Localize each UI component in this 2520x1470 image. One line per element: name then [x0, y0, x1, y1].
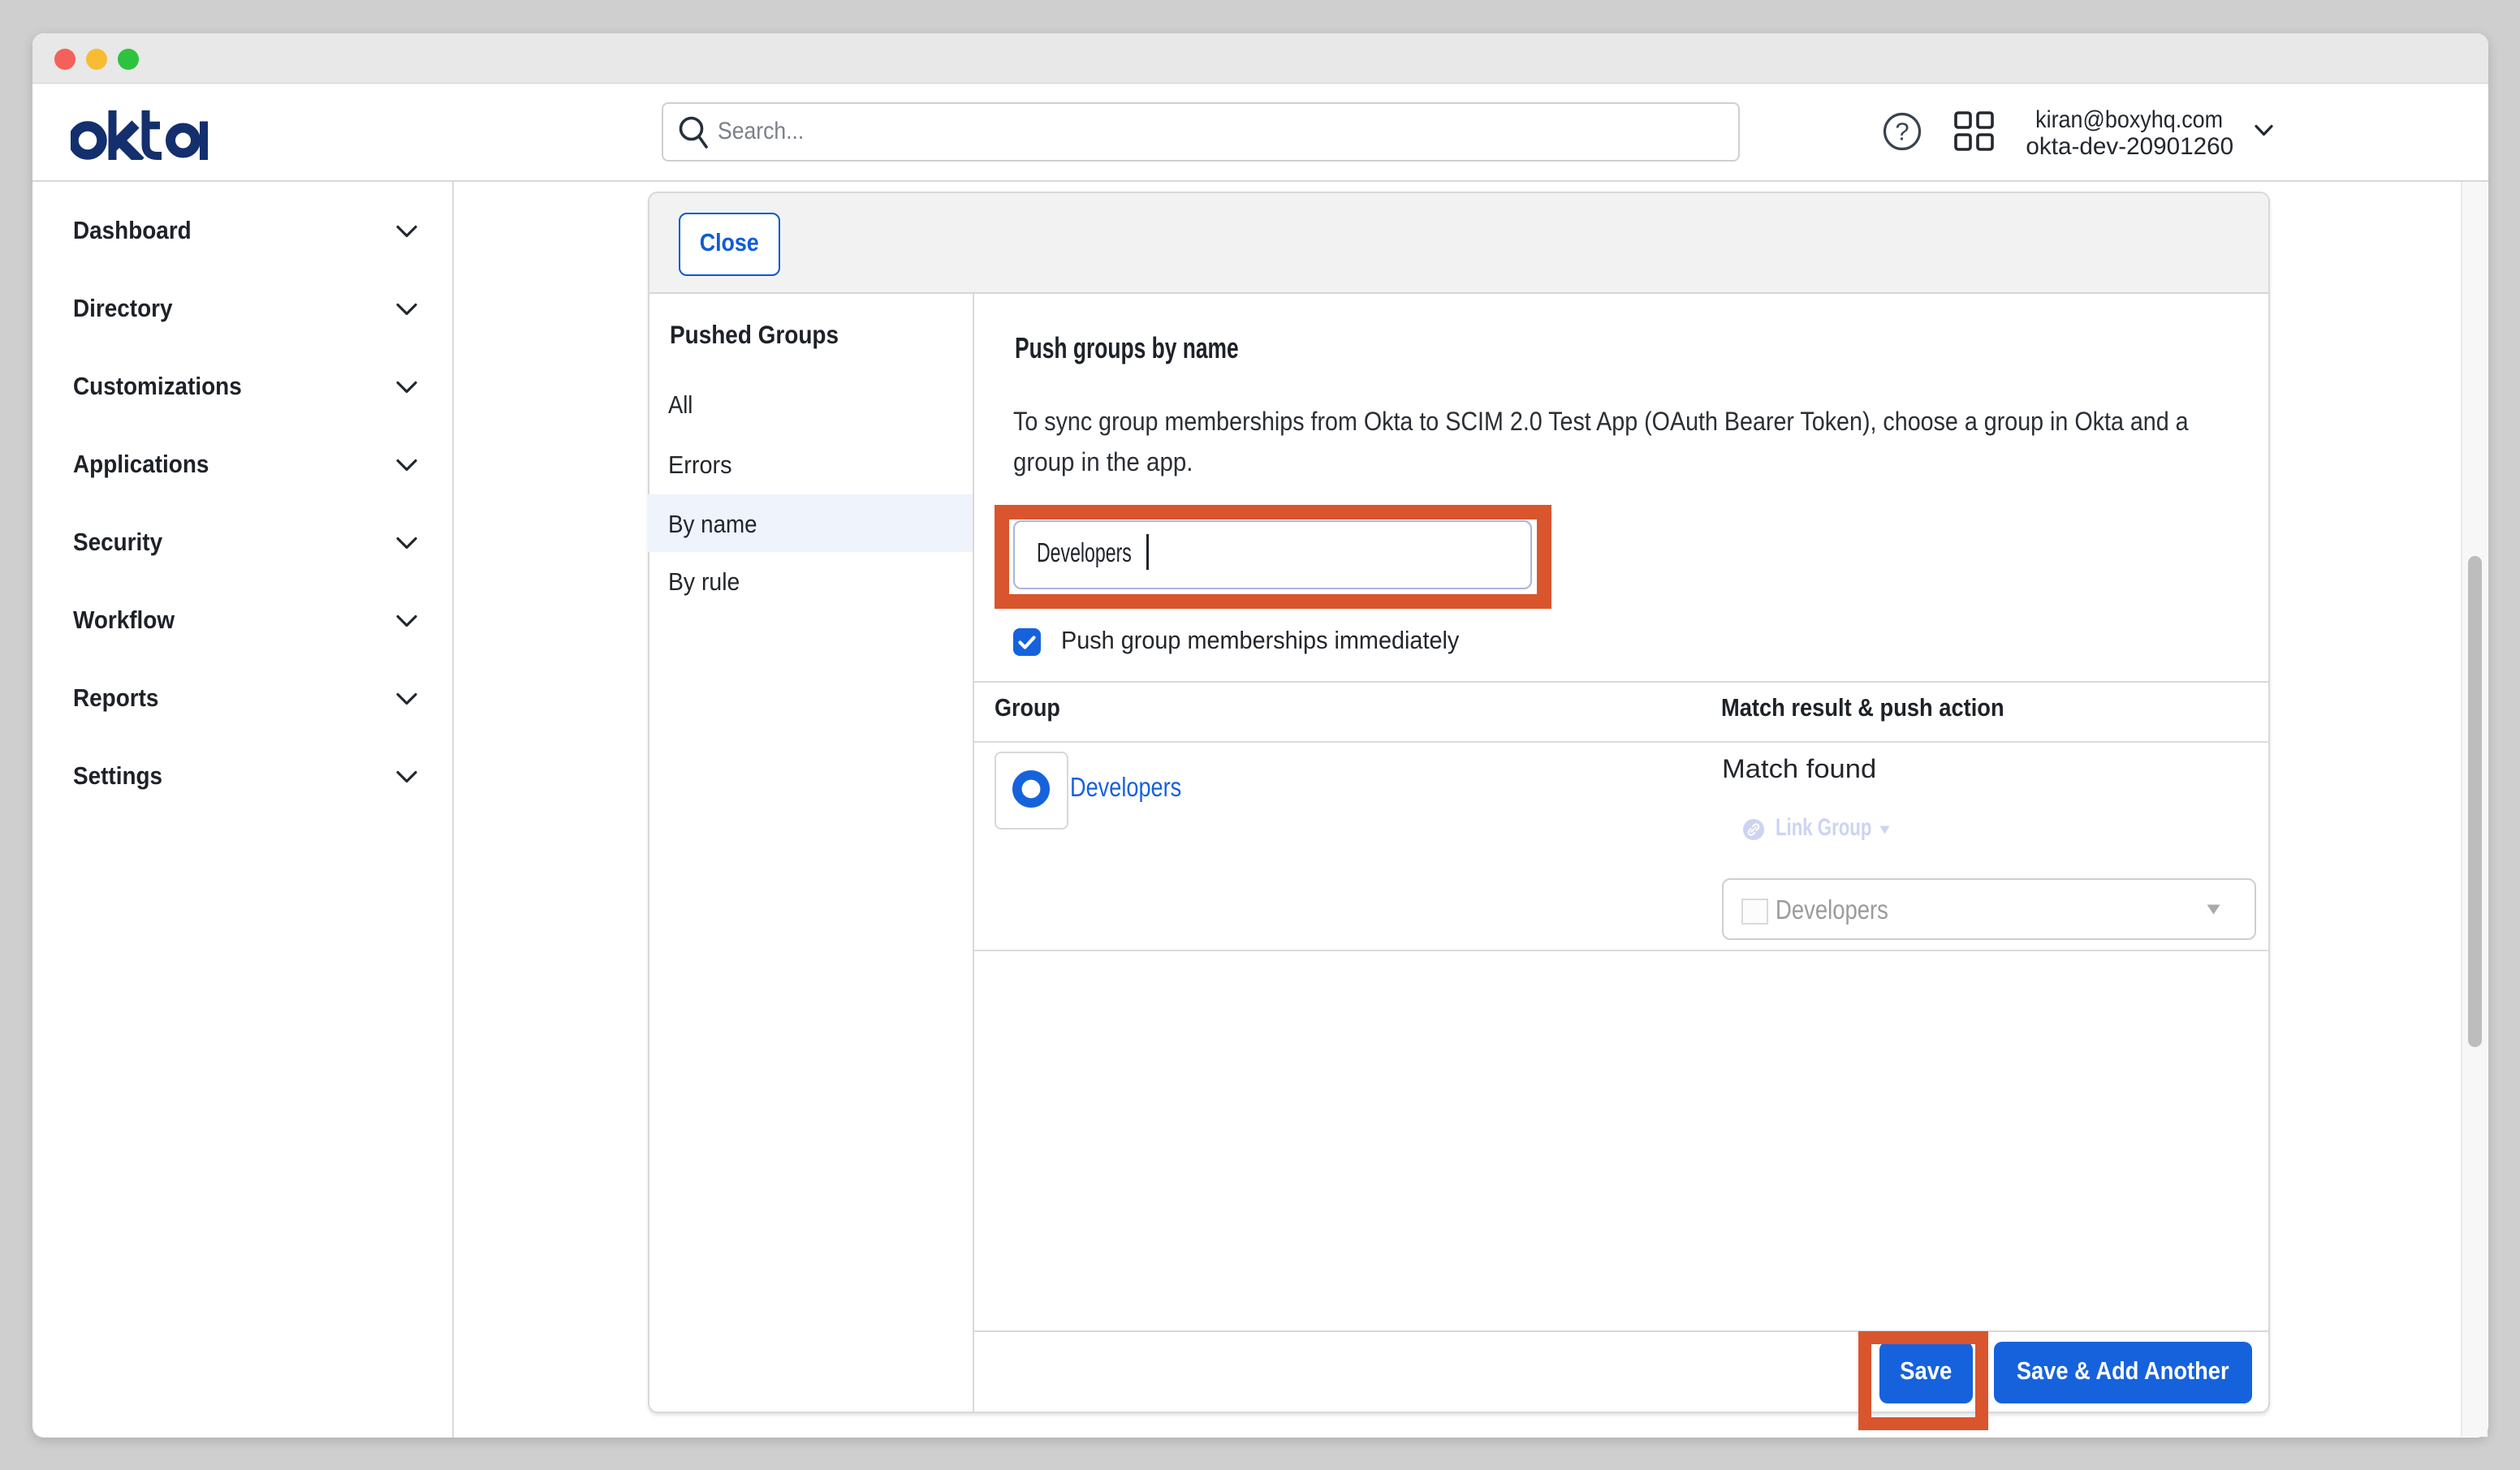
- svg-text:?: ?: [1895, 118, 1909, 146]
